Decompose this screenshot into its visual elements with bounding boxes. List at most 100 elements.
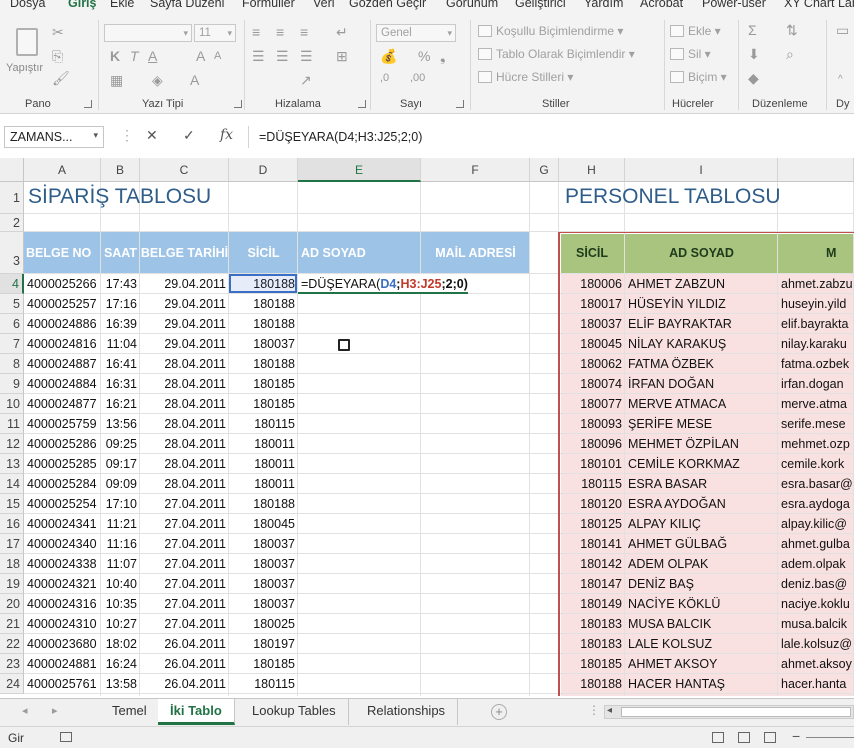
order-cell[interactable]: 28.04.2011 bbox=[140, 394, 229, 414]
border-icon[interactable]: ▦ bbox=[110, 72, 123, 89]
orientation-icon[interactable]: ↗ bbox=[300, 72, 312, 89]
row-header-24[interactable]: 24 bbox=[0, 674, 24, 694]
order-cell[interactable]: 180185 bbox=[229, 394, 298, 414]
order-cell[interactable]: 16:31 bbox=[101, 374, 140, 394]
order-cell[interactable]: 180197 bbox=[229, 634, 298, 654]
personnel-cell[interactable]: ALPAY KILIÇ bbox=[625, 514, 778, 534]
order-cell[interactable]: 4000024881 bbox=[24, 654, 101, 674]
personnel-cell[interactable]: ESRA BASAR bbox=[625, 474, 778, 494]
find-icon[interactable]: ⌕ bbox=[786, 46, 794, 63]
personnel-cell[interactable]: ahmet.aksoy bbox=[778, 654, 854, 674]
personnel-cell[interactable]: ELİF BAYRAKTAR bbox=[625, 314, 778, 334]
personnel-cell[interactable]: MEHMET ÖZPİLAN bbox=[625, 434, 778, 454]
order-cell[interactable]: 4000023680 bbox=[24, 634, 101, 654]
format-painter-icon[interactable]: 🖌 bbox=[52, 70, 70, 87]
column-header-f[interactable]: F bbox=[421, 158, 530, 182]
personnel-cell[interactable]: 180093 bbox=[561, 414, 625, 434]
personnel-cell[interactable]: 180037 bbox=[561, 314, 625, 334]
ribbon-tab-6[interactable]: Gözden Geçir bbox=[349, 0, 426, 10]
order-cell[interactable]: 09:25 bbox=[101, 434, 140, 454]
order-cell[interactable]: 28.04.2011 bbox=[140, 474, 229, 494]
autosum-icon[interactable]: Σ bbox=[748, 22, 757, 38]
personnel-cell[interactable]: MUSA BALCIK bbox=[625, 614, 778, 634]
personnel-cell[interactable]: irfan.dogan bbox=[778, 374, 854, 394]
sheet-tab-temel[interactable]: Temel bbox=[100, 699, 160, 725]
grow-font-icon[interactable]: A bbox=[196, 48, 205, 64]
order-cell[interactable]: 10:35 bbox=[101, 594, 140, 614]
personnel-cell[interactable]: 180006 bbox=[561, 274, 625, 294]
personnel-cell[interactable]: serife.mese bbox=[778, 414, 854, 434]
personnel-cell[interactable]: AHMET ZABZUN bbox=[625, 274, 778, 294]
personnel-cell[interactable]: HÜSEYİN YILDIZ bbox=[625, 294, 778, 314]
page-layout-view-icon[interactable] bbox=[738, 732, 750, 743]
fill-color-icon[interactable]: ◈ bbox=[152, 72, 163, 89]
order-cell[interactable]: 09:09 bbox=[101, 474, 140, 494]
font-name-dropdown[interactable]: ▾ bbox=[104, 24, 192, 42]
row-header-4[interactable]: 4 bbox=[0, 274, 24, 294]
row-header-20[interactable]: 20 bbox=[0, 594, 24, 614]
order-cell[interactable]: 4000024316 bbox=[24, 594, 101, 614]
sort-filter-icon[interactable]: ⇅ bbox=[786, 22, 798, 39]
row-header-17[interactable]: 17 bbox=[0, 534, 24, 554]
order-cell[interactable]: 4000024886 bbox=[24, 314, 101, 334]
align-top-icon[interactable]: ≡ bbox=[252, 24, 260, 40]
personnel-cell[interactable]: alpay.kilic@ bbox=[778, 514, 854, 534]
order-cell[interactable]: 180185 bbox=[229, 374, 298, 394]
enter-icon[interactable]: ✓ bbox=[183, 127, 195, 144]
personnel-cell[interactable]: lale.kolsuz@ bbox=[778, 634, 854, 654]
align-right-icon[interactable]: ☰ bbox=[300, 48, 313, 65]
fill-icon[interactable]: ⬇ bbox=[748, 46, 760, 63]
order-cell[interactable]: 10:27 bbox=[101, 614, 140, 634]
order-cell[interactable]: 4000024887 bbox=[24, 354, 101, 374]
row-header-10[interactable]: 10 bbox=[0, 394, 24, 414]
horizontal-scrollbar[interactable]: ◂ bbox=[604, 705, 854, 719]
order-cell[interactable]: 4000024341 bbox=[24, 514, 101, 534]
currency-icon[interactable]: 💰 bbox=[380, 48, 397, 65]
row-header-7[interactable]: 7 bbox=[0, 334, 24, 354]
merge-icon[interactable]: ⊞ bbox=[336, 48, 348, 65]
personnel-cell[interactable]: merve.atma bbox=[778, 394, 854, 414]
row-header-8[interactable]: 8 bbox=[0, 354, 24, 374]
personnel-cell[interactable]: 180142 bbox=[561, 554, 625, 574]
sheet-tab-iki-tablo[interactable]: İki Tablo bbox=[158, 699, 235, 725]
row-header-19[interactable]: 19 bbox=[0, 574, 24, 594]
order-cell[interactable]: 18:02 bbox=[101, 634, 140, 654]
order-cell[interactable]: 4000025284 bbox=[24, 474, 101, 494]
order-cell[interactable]: 4000025285 bbox=[24, 454, 101, 474]
align-middle-icon[interactable]: ≡ bbox=[276, 24, 284, 40]
personnel-cell[interactable]: ADEM OLPAK bbox=[625, 554, 778, 574]
ribbon-tab-3[interactable]: Sayfa Düzeni bbox=[150, 0, 224, 10]
order-cell[interactable]: 4000024310 bbox=[24, 614, 101, 634]
dy-icon[interactable]: ▭ bbox=[836, 22, 849, 39]
order-cell[interactable]: 28.04.2011 bbox=[140, 374, 229, 394]
order-cell[interactable]: 180115 bbox=[229, 414, 298, 434]
order-cell[interactable]: 4000025759 bbox=[24, 414, 101, 434]
order-cell[interactable]: 13:56 bbox=[101, 414, 140, 434]
percent-icon[interactable]: % bbox=[418, 48, 430, 64]
order-cell[interactable]: 28.04.2011 bbox=[140, 354, 229, 374]
formula-input[interactable]: =DÜŞEYARA(D4;H3:J25;2;0) bbox=[248, 126, 854, 148]
order-cell[interactable]: 4000024884 bbox=[24, 374, 101, 394]
personnel-cell[interactable]: CEMİLE KORKMAZ bbox=[625, 454, 778, 474]
personnel-cell[interactable]: 180077 bbox=[561, 394, 625, 414]
personnel-cell[interactable]: LALE KOLSUZ bbox=[625, 634, 778, 654]
next-sheet-icon[interactable]: ▸ bbox=[52, 704, 58, 717]
personnel-cell[interactable]: 180141 bbox=[561, 534, 625, 554]
underline-icon[interactable]: A bbox=[148, 48, 157, 64]
order-cell[interactable]: 11:21 bbox=[101, 514, 140, 534]
paste-button[interactable]: Yapıştır bbox=[6, 24, 48, 84]
column-header-a[interactable]: A bbox=[24, 158, 101, 182]
cut-icon[interactable]: ✂ bbox=[52, 24, 64, 41]
personnel-cell[interactable]: 180101 bbox=[561, 454, 625, 474]
ribbon-tab-12[interactable]: XY Chart Lab bbox=[784, 0, 854, 10]
column-header-e[interactable]: E bbox=[298, 158, 421, 182]
ribbon-tab-0[interactable]: Dosya bbox=[10, 0, 45, 10]
order-cell[interactable]: 180011 bbox=[229, 454, 298, 474]
personnel-cell[interactable]: 180185 bbox=[561, 654, 625, 674]
order-cell[interactable]: 26.04.2011 bbox=[140, 654, 229, 674]
personnel-cell[interactable]: 180074 bbox=[561, 374, 625, 394]
personnel-cell[interactable]: elif.bayrakta bbox=[778, 314, 854, 334]
order-cell[interactable]: 27.04.2011 bbox=[140, 554, 229, 574]
order-cell[interactable]: 4000025286 bbox=[24, 434, 101, 454]
order-cell[interactable]: 09:17 bbox=[101, 454, 140, 474]
